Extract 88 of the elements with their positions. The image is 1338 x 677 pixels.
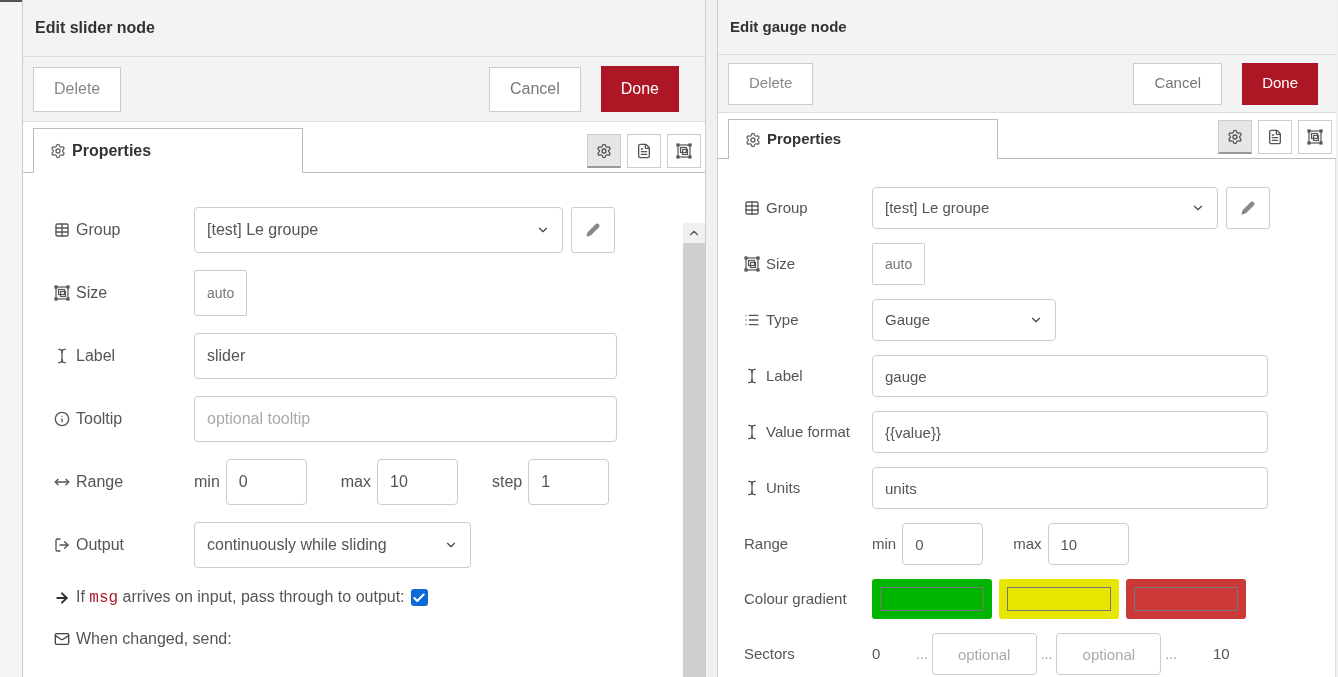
ellipsis: ... xyxy=(916,645,928,664)
passthrough-text: If msg arrives on input, pass through to output: xyxy=(76,587,405,609)
settings-icon xyxy=(596,142,612,159)
arrow-right-icon xyxy=(54,589,70,606)
properties-tab[interactable]: Properties xyxy=(728,119,998,159)
field-label: Value format xyxy=(766,421,850,442)
edit-button[interactable] xyxy=(1226,187,1270,229)
group-select[interactable]: [test] Le groupe xyxy=(194,207,563,253)
text-input[interactable]: units xyxy=(872,467,1268,509)
field-label: Type xyxy=(766,309,799,330)
sector-end: 10 xyxy=(1213,643,1230,664)
sector-input[interactable]: optional xyxy=(1056,633,1162,675)
dialog-title: Edit slider node xyxy=(35,18,155,38)
colour-swatch[interactable] xyxy=(999,579,1119,619)
range-label: max xyxy=(340,472,371,492)
colour-swatch[interactable] xyxy=(872,579,992,619)
section-heading: When changed, send: xyxy=(76,629,232,649)
properties-tab[interactable]: Properties xyxy=(33,128,303,173)
cancel-button[interactable]: Cancel xyxy=(488,66,581,112)
colour-swatch[interactable] xyxy=(1126,579,1246,619)
range-label: step xyxy=(492,472,523,492)
number-input[interactable]: 10 xyxy=(377,459,458,505)
document-icon xyxy=(636,143,652,159)
frame-icon xyxy=(676,143,692,159)
cancel-button[interactable]: Cancel xyxy=(1133,62,1223,105)
side-tab[interactable] xyxy=(587,134,621,168)
text-input[interactable]: {{value}} xyxy=(872,411,1268,453)
field-label: Range xyxy=(744,533,789,554)
edit-button[interactable] xyxy=(571,207,615,253)
range-label: max xyxy=(1013,533,1042,554)
field-label: Tooltip xyxy=(76,409,123,429)
delete-button[interactable]: Delete xyxy=(728,62,814,105)
ellipsis: ... xyxy=(1040,645,1053,664)
table-icon xyxy=(744,200,760,216)
sector-start: 0 xyxy=(872,643,882,664)
dialog-title: Edit gauge node xyxy=(730,16,847,37)
field-label: Range xyxy=(76,472,124,492)
number-input[interactable]: 1 xyxy=(528,459,610,505)
side-tab[interactable] xyxy=(1258,120,1292,154)
settings-icon xyxy=(1227,128,1243,145)
number-input[interactable]: 10 xyxy=(1047,523,1129,565)
frame-icon xyxy=(54,285,70,301)
text-input[interactable]: slider xyxy=(194,333,617,379)
document-icon xyxy=(1267,129,1283,145)
side-tab[interactable] xyxy=(1218,120,1252,154)
done-button[interactable]: Done xyxy=(600,66,679,112)
side-tab[interactable] xyxy=(627,134,661,168)
table-icon xyxy=(54,222,70,238)
settings-icon xyxy=(745,131,761,148)
sign-out-icon xyxy=(54,537,70,553)
ellipsis: ... xyxy=(1165,645,1177,664)
field-label: Units xyxy=(766,477,801,498)
frame-icon xyxy=(744,256,760,272)
list-icon xyxy=(744,312,760,328)
range-label: min xyxy=(872,533,897,554)
field-label: Group xyxy=(76,220,121,240)
scrollbar[interactable] xyxy=(683,223,705,677)
dropdown-select[interactable]: Gauge xyxy=(872,299,1056,341)
field-label: Label xyxy=(766,365,803,386)
check-icon xyxy=(412,590,427,605)
dropdown-select[interactable]: continuously while sliding xyxy=(194,522,471,568)
group-select[interactable]: [test] Le groupe xyxy=(872,187,1218,229)
info-icon xyxy=(54,411,70,427)
pencil-icon xyxy=(1241,201,1255,215)
delete-button[interactable]: Delete xyxy=(33,66,122,112)
text-input[interactable]: optional tooltip xyxy=(194,396,617,442)
field-label: Label xyxy=(76,346,116,366)
settings-icon xyxy=(50,143,66,159)
envelope-icon xyxy=(54,631,70,647)
frame-icon xyxy=(1307,129,1323,145)
done-button[interactable]: Done xyxy=(1242,62,1318,105)
sector-input[interactable]: optional xyxy=(931,633,1037,675)
checkbox[interactable] xyxy=(410,589,428,606)
number-input[interactable]: 0 xyxy=(902,523,984,565)
pencil-icon xyxy=(586,223,600,237)
field-label: Size xyxy=(76,283,108,303)
number-input[interactable]: 0 xyxy=(225,459,307,505)
field-label: Sectors xyxy=(744,643,795,664)
field-label: Colour gradient xyxy=(744,588,847,609)
side-tab[interactable] xyxy=(667,134,701,168)
field-label: Size xyxy=(766,253,796,274)
text-input[interactable]: gauge xyxy=(872,355,1268,397)
side-tab[interactable] xyxy=(1298,120,1332,154)
range-label: min xyxy=(194,472,220,492)
size-button[interactable]: auto xyxy=(194,270,248,316)
field-label: Output xyxy=(76,535,125,555)
field-label: Group xyxy=(766,197,808,218)
size-button[interactable]: auto xyxy=(872,243,926,285)
